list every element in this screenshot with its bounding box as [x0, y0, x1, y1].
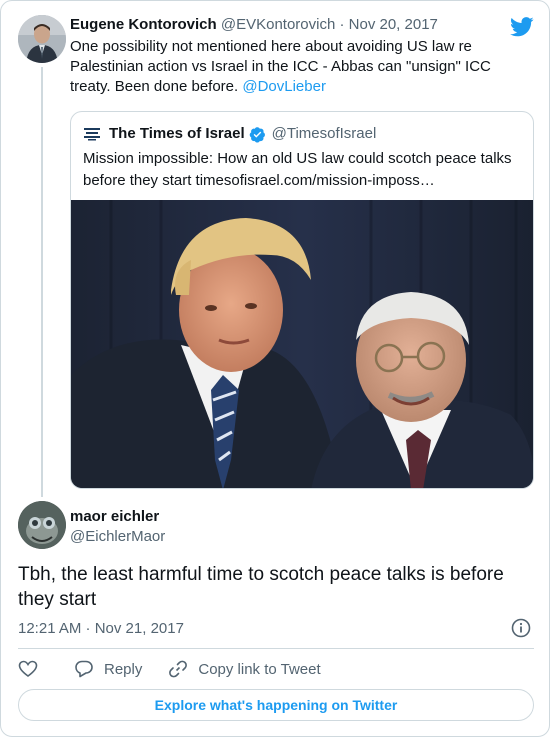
tweet-timestamp[interactable]: 12:21 AM · Nov 21, 2017	[18, 619, 184, 639]
mention-link[interactable]: @DovLieber	[242, 78, 326, 95]
thread-line	[41, 67, 43, 497]
reply-author-handle[interactable]: @EichlerMaor	[70, 527, 165, 547]
reply-author-name[interactable]: maor eichler	[70, 507, 159, 527]
quoted-tweet-photo[interactable]	[71, 200, 534, 489]
divider	[18, 648, 534, 649]
quoted-author-name[interactable]: The Times of Israel	[109, 124, 245, 144]
times-of-israel-logo	[83, 127, 101, 141]
explore-twitter-button[interactable]: Explore what's happening on Twitter	[18, 689, 534, 721]
quoted-tweet[interactable]: The Times of Israel @TimesofIsrael Missi…	[70, 111, 534, 489]
twitter-bird-icon[interactable]	[510, 17, 534, 37]
avatar[interactable]	[18, 15, 66, 63]
reply-tweet-text: Tbh, the least harmful time to scotch pe…	[18, 564, 504, 610]
link-icon	[169, 660, 188, 678]
tweet-date[interactable]: Nov 20, 2017	[349, 16, 438, 33]
copy-link-button[interactable]: Copy link to Tweet	[168, 659, 321, 679]
quoted-tweet-header: The Times of Israel @TimesofIsrael	[83, 124, 376, 144]
info-icon[interactable]	[511, 618, 531, 638]
reply-button[interactable]: Reply	[74, 659, 142, 679]
parent-tweet-header: Eugene Kontorovich @EVKontorovich · Nov …	[70, 15, 438, 35]
avatar[interactable]	[18, 501, 66, 549]
quoted-tweet-text: Mission impossible: How an old US law co…	[83, 150, 512, 189]
copy-link-label: Copy link to Tweet	[198, 660, 321, 678]
verified-badge-icon	[249, 126, 265, 143]
tweet-actions: Reply Copy link to Tweet	[18, 657, 347, 681]
parent-tweet-text: One possibility not mentioned here about…	[70, 37, 510, 97]
quoted-author-handle[interactable]: @TimesofIsrael	[272, 124, 377, 144]
heart-icon	[18, 660, 38, 677]
meta-separator: ·	[335, 16, 349, 33]
tweet-embed-card: Eugene Kontorovich @EVKontorovich · Nov …	[0, 0, 550, 737]
reply-label: Reply	[104, 660, 143, 678]
author-handle[interactable]: @EVKontorovich	[221, 16, 335, 33]
author-name[interactable]: Eugene Kontorovich	[70, 16, 217, 33]
reply-icon	[75, 660, 93, 678]
like-button[interactable]	[18, 659, 48, 679]
